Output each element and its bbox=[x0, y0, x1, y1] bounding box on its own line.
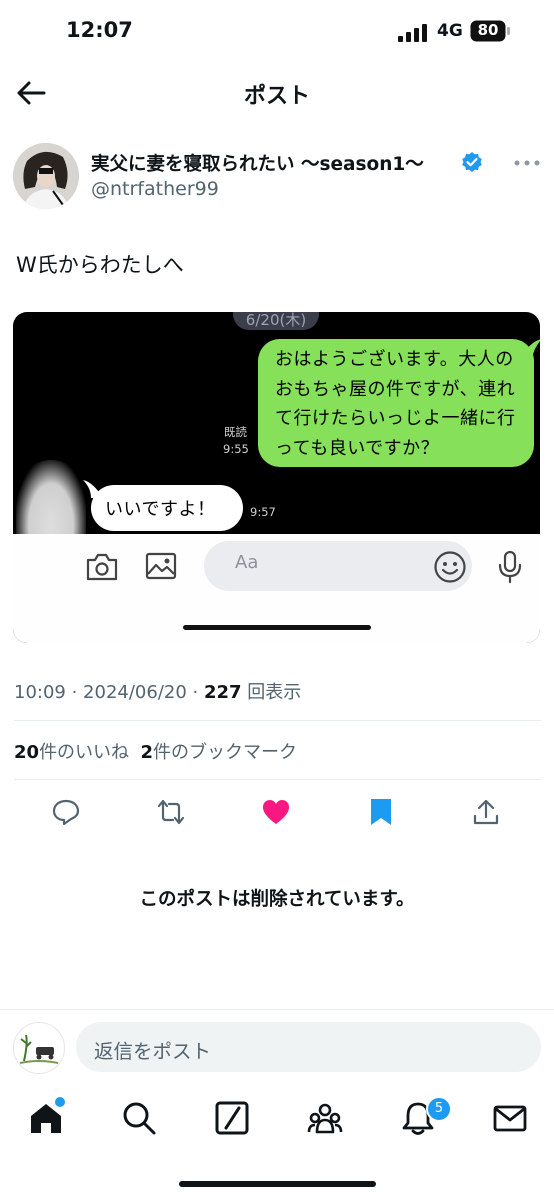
post-date: 2024/06/20 bbox=[83, 682, 187, 703]
received-message-text: いいですよ！ bbox=[105, 499, 216, 520]
battery-level: 80 bbox=[477, 21, 499, 39]
grok-icon[interactable] bbox=[214, 1100, 250, 1136]
views-label: 回表示 bbox=[247, 682, 302, 703]
communities-icon[interactable] bbox=[307, 1100, 343, 1136]
verified-badge-icon bbox=[462, 152, 482, 172]
bookmarks-label: 件のブックマーク bbox=[153, 742, 298, 763]
read-receipt: 既読 bbox=[224, 425, 247, 439]
author-name[interactable]: 実父に妻を寝取られたい 〜season1〜 bbox=[91, 150, 424, 176]
reply-placeholder[interactable]: 返信をポスト bbox=[94, 1035, 211, 1064]
bookmarks-count: 2 bbox=[140, 742, 154, 763]
likes-count: 20 bbox=[14, 742, 40, 763]
repost-icon[interactable] bbox=[156, 798, 186, 826]
post-text: W氏からわたしへ bbox=[16, 253, 184, 277]
post-image[interactable]: 6/20(木) おはようございます。大人のおもちゃ屋の件ですが、連れて行けたらい… bbox=[13, 312, 540, 643]
share-icon[interactable] bbox=[471, 798, 501, 826]
status-time: 12:07 bbox=[66, 18, 133, 42]
bookmark-icon[interactable] bbox=[366, 798, 396, 826]
network-label: 4G bbox=[437, 21, 463, 41]
camera-icon bbox=[86, 553, 118, 581]
author-handle[interactable]: @ntrfather99 bbox=[91, 178, 219, 200]
received-time: 9:57 bbox=[250, 505, 276, 519]
sent-message-text: おはようございます。大人のおもちゃ屋の件ですが、連れて行けたらいっじよ一緒に行っ… bbox=[275, 349, 516, 459]
signal-icon bbox=[398, 24, 427, 42]
author-avatar[interactable] bbox=[13, 143, 79, 209]
notifications-badge: 5 bbox=[426, 1096, 452, 1122]
view-count: 227 bbox=[203, 682, 242, 703]
deleted-post-notice: このポストは削除されています。 bbox=[139, 889, 415, 910]
likes-label: 件のいいね bbox=[39, 742, 130, 763]
page-title: ポスト bbox=[243, 84, 310, 109]
gallery-icon bbox=[145, 552, 177, 580]
divider bbox=[0, 1009, 554, 1010]
battery-icon: 80 bbox=[470, 20, 512, 42]
chat-input-placeholder: Aa bbox=[235, 552, 259, 573]
post-time: 10:09 bbox=[14, 682, 66, 703]
emoji-icon bbox=[434, 551, 466, 583]
home-indicator bbox=[179, 1181, 376, 1187]
home-unread-dot bbox=[54, 1096, 66, 1108]
mail-icon[interactable] bbox=[492, 1100, 528, 1136]
reply-icon[interactable] bbox=[51, 798, 81, 826]
search-icon[interactable] bbox=[121, 1100, 157, 1136]
like-heart-icon[interactable] bbox=[261, 798, 291, 826]
microphone-icon bbox=[498, 550, 522, 584]
divider bbox=[14, 779, 541, 780]
chat-home-indicator bbox=[183, 625, 371, 630]
chat-date-label: 6/20(木) bbox=[233, 312, 319, 330]
divider bbox=[14, 720, 541, 721]
post-stats[interactable]: 20件のいいね 2件のブックマーク bbox=[14, 738, 297, 764]
sent-time: 9:55 bbox=[223, 442, 249, 456]
more-options-icon[interactable] bbox=[514, 158, 540, 168]
user-avatar[interactable] bbox=[13, 1022, 65, 1074]
post-timestamp: 10:09 · 2024/06/20 · 227 回表示 bbox=[14, 682, 302, 703]
